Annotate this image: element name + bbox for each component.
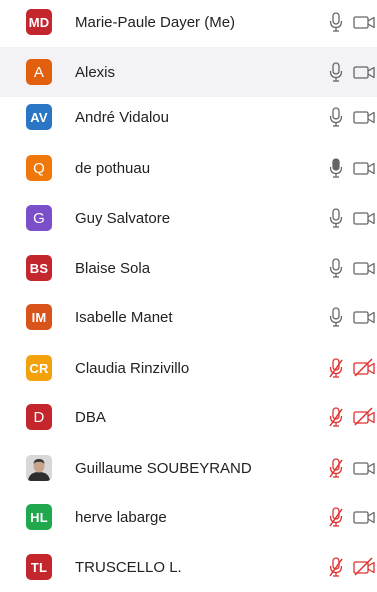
participant-name: Marie-Paule Dayer (Me) [75,13,236,31]
participant-row[interactable]: IM Isabelle Manet [0,292,377,342]
video-camera-icon[interactable] [353,208,377,228]
participant-row[interactable]: BS Blaise Sola [0,243,377,293]
microphone-muted-icon[interactable] [329,457,343,479]
participant-row[interactable]: AV André Vidalou [0,92,377,142]
participant-name: André Vidalou [75,108,169,126]
participant-row[interactable]: HL herve labarge [0,492,377,542]
participant-name: Alexis [75,63,116,81]
participant-name: DBA [75,408,106,426]
avatar: TL [26,554,52,580]
avatar: BS [26,255,52,281]
video-camera-icon[interactable] [353,158,377,178]
participant-name: Guy Salvatore [75,209,171,227]
participants-list: MD Marie-Paule Dayer (Me) A Alexis AV André V… [0,0,377,586]
microphone-icon[interactable] [329,11,343,33]
avatar: CR [26,355,52,381]
participant-name: Isabelle Manet [75,308,173,326]
participant-name: herve labarge [75,508,167,526]
participant-name: TRUSCELLO L. [75,558,182,576]
microphone-icon[interactable] [329,306,343,328]
microphone-muted-icon[interactable] [329,556,343,578]
video-camera-muted-icon[interactable] [353,407,377,427]
microphone-muted-icon[interactable] [329,506,343,528]
participant-row[interactable]: MD Marie-Paule Dayer (Me) [0,0,377,47]
avatar: D [26,404,52,430]
microphone-icon[interactable] [329,106,343,128]
participant-row[interactable]: Guillaume SOUBEYRAND [0,443,377,493]
participant-name: de pothuau [75,159,151,177]
video-camera-icon[interactable] [353,62,377,82]
video-camera-muted-icon[interactable] [353,557,377,577]
video-camera-icon[interactable] [353,507,377,527]
participant-name: Claudia Rinzivillo [75,359,190,377]
video-camera-muted-icon[interactable] [353,358,377,378]
microphone-icon[interactable] [329,207,343,229]
video-camera-icon[interactable] [353,12,377,32]
microphone-muted-icon[interactable] [329,406,343,428]
video-camera-icon[interactable] [353,107,377,127]
participant-name: Blaise Sola [75,259,151,277]
avatar: AV [26,104,52,130]
participant-row[interactable]: G Guy Salvatore [0,193,377,243]
participant-row[interactable]: CR Claudia Rinzivillo [0,343,377,393]
avatar: IM [26,304,52,330]
participant-row[interactable]: D DBA [0,392,377,442]
avatar: G [26,205,52,231]
video-camera-icon[interactable] [353,458,377,478]
video-camera-icon[interactable] [353,258,377,278]
avatar: A [26,59,52,85]
avatar: HL [26,504,52,530]
avatar: Q [26,155,52,181]
participant-row[interactable]: Qde pothuau [0,143,377,193]
microphone-icon[interactable] [329,157,343,179]
avatar: MD [26,9,52,35]
participant-row[interactable]: TL TRUSCELLO L. [0,542,377,592]
microphone-icon[interactable] [329,257,343,279]
microphone-icon[interactable] [329,61,343,83]
participant-name: Guillaume SOUBEYRAND [75,459,252,477]
video-camera-icon[interactable] [353,307,377,327]
microphone-muted-icon[interactable] [329,357,343,379]
participant-row[interactable]: A Alexis [0,47,377,97]
avatar [26,455,52,481]
